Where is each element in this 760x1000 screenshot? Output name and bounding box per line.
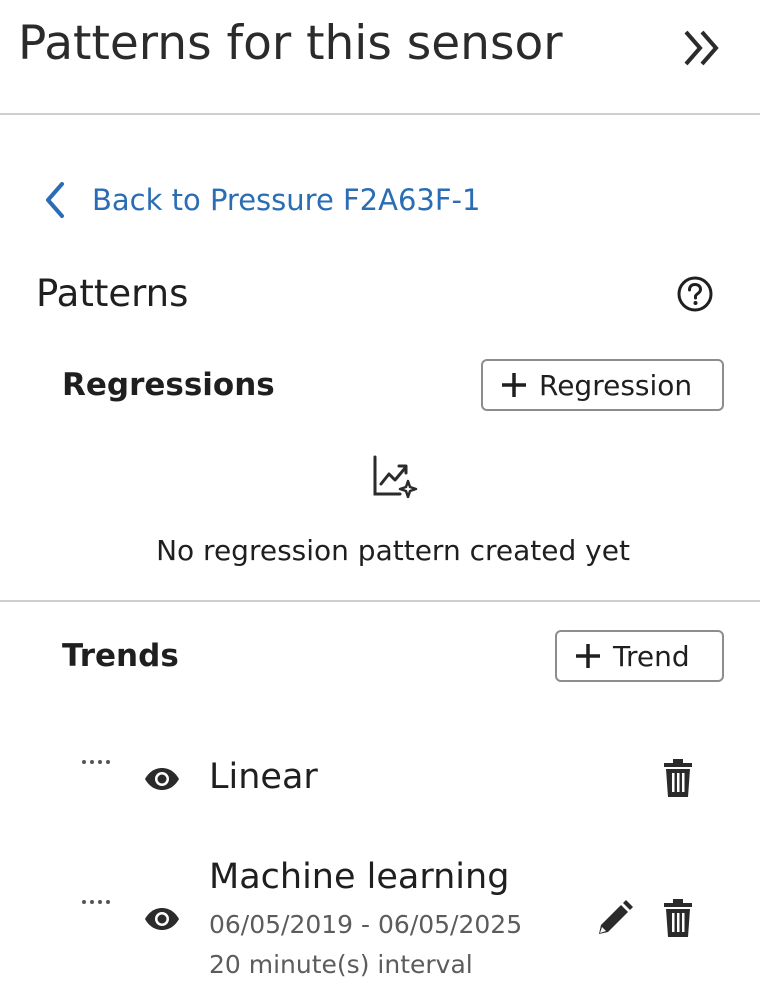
help-button[interactable] [676, 275, 714, 313]
drag-handle-icon[interactable] [81, 757, 115, 767]
panel-header: Patterns for this sensor [0, 0, 760, 115]
drag-handle-icon[interactable] [81, 897, 115, 907]
chevron-left-icon [46, 182, 64, 218]
trend-name: Machine learning [209, 857, 510, 897]
eye-icon[interactable] [144, 767, 180, 791]
double-chevron-right-icon [684, 30, 719, 66]
trends-heading: Trends [62, 638, 179, 674]
back-link-label: Back to Pressure F2A63F-1 [92, 183, 481, 217]
section-divider [0, 600, 760, 602]
trash-icon[interactable] [663, 759, 693, 797]
trend-interval: 20 minute(s) interval [209, 950, 473, 979]
patterns-heading: Patterns [36, 272, 189, 315]
add-trend-button[interactable]: Trend [555, 630, 724, 682]
add-regression-label: Regression [539, 368, 693, 402]
trend-name: Linear [209, 757, 318, 797]
collapse-panel-button[interactable] [680, 26, 724, 70]
no-regressions-message: No regression pattern created yet [156, 534, 630, 567]
trend-date-range: 06/05/2019 - 06/05/2025 [209, 910, 523, 939]
pencil-icon[interactable] [597, 900, 633, 936]
trash-icon[interactable] [663, 899, 693, 937]
plus-icon [502, 373, 526, 397]
back-link[interactable]: Back to Pressure F2A63F-1 [40, 178, 480, 222]
eye-icon[interactable] [144, 907, 180, 931]
regressions-heading: Regressions [62, 367, 275, 403]
chart-sparkle-icon [373, 455, 418, 499]
add-trend-label: Trend [613, 639, 690, 673]
question-circle-icon [677, 276, 713, 312]
patterns-panel: Patterns for this sensor Back to Pressur… [0, 0, 760, 1000]
add-regression-button[interactable]: Regression [481, 359, 724, 411]
plus-icon [576, 644, 600, 668]
panel-title: Patterns for this sensor [18, 16, 563, 71]
